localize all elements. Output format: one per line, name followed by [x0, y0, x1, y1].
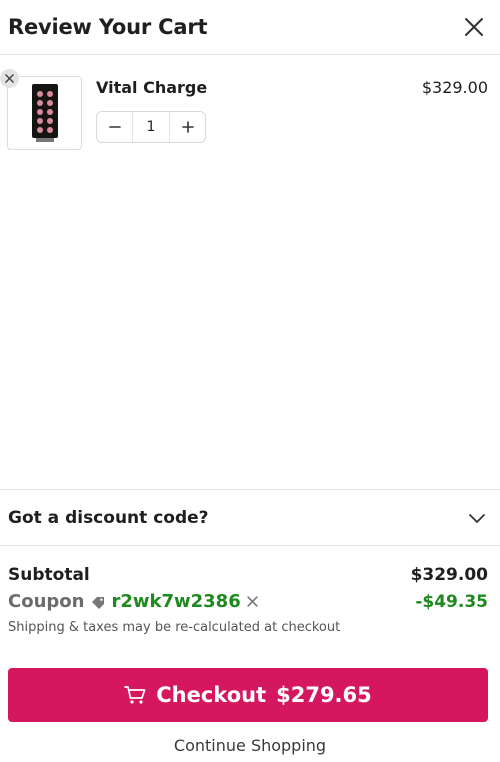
coupon-code: r2wk7w2386: [111, 591, 241, 612]
cart-header: Review Your Cart: [0, 0, 500, 55]
coupon-row: Coupon r2wk7w2386 -$49.35: [8, 591, 488, 612]
close-icon: [247, 596, 258, 607]
cart-icon: [124, 685, 146, 705]
checkout-button[interactable]: Checkout $279.65: [8, 668, 488, 722]
remove-item-button[interactable]: [0, 69, 19, 88]
increase-quantity-button[interactable]: [170, 112, 205, 142]
product-image[interactable]: [7, 76, 82, 150]
item-name[interactable]: Vital Charge: [96, 78, 207, 97]
page-title: Review Your Cart: [8, 15, 208, 39]
close-button[interactable]: [460, 13, 488, 41]
remove-coupon-button[interactable]: [247, 596, 258, 607]
continue-shopping-link[interactable]: Continue Shopping: [0, 736, 500, 755]
shipping-note: Shipping & taxes may be re-calculated at…: [8, 620, 341, 635]
tag-icon: [90, 595, 106, 609]
coupon-amount: -$49.35: [415, 591, 488, 612]
order-summary: Subtotal $329.00 Coupon r2wk7w2386 -$49.…: [8, 565, 488, 635]
quantity-stepper: 1: [96, 111, 206, 143]
close-icon: [465, 18, 483, 36]
subtotal-row: Subtotal $329.00: [8, 565, 488, 585]
product-thumbnail: [31, 84, 58, 142]
plus-icon: [181, 121, 194, 133]
discount-label: Got a discount code?: [8, 507, 209, 528]
coupon-info: Coupon r2wk7w2386: [8, 591, 258, 612]
decrease-quantity-button[interactable]: [97, 112, 132, 142]
coupon-label: Coupon: [8, 591, 85, 612]
item-price: $329.00: [421, 78, 488, 97]
quantity-input[interactable]: 1: [132, 112, 170, 142]
subtotal-value: $329.00: [410, 565, 488, 585]
minus-icon: [108, 126, 121, 128]
cart-item: Vital Charge $329.00 1: [0, 55, 500, 165]
checkout-label: Checkout: [156, 683, 267, 707]
chevron-down-icon: [469, 513, 485, 523]
discount-code-toggle[interactable]: Got a discount code?: [0, 489, 500, 546]
subtotal-label: Subtotal: [8, 565, 90, 585]
checkout-amount: $279.65: [276, 683, 372, 707]
close-icon: [5, 74, 14, 83]
